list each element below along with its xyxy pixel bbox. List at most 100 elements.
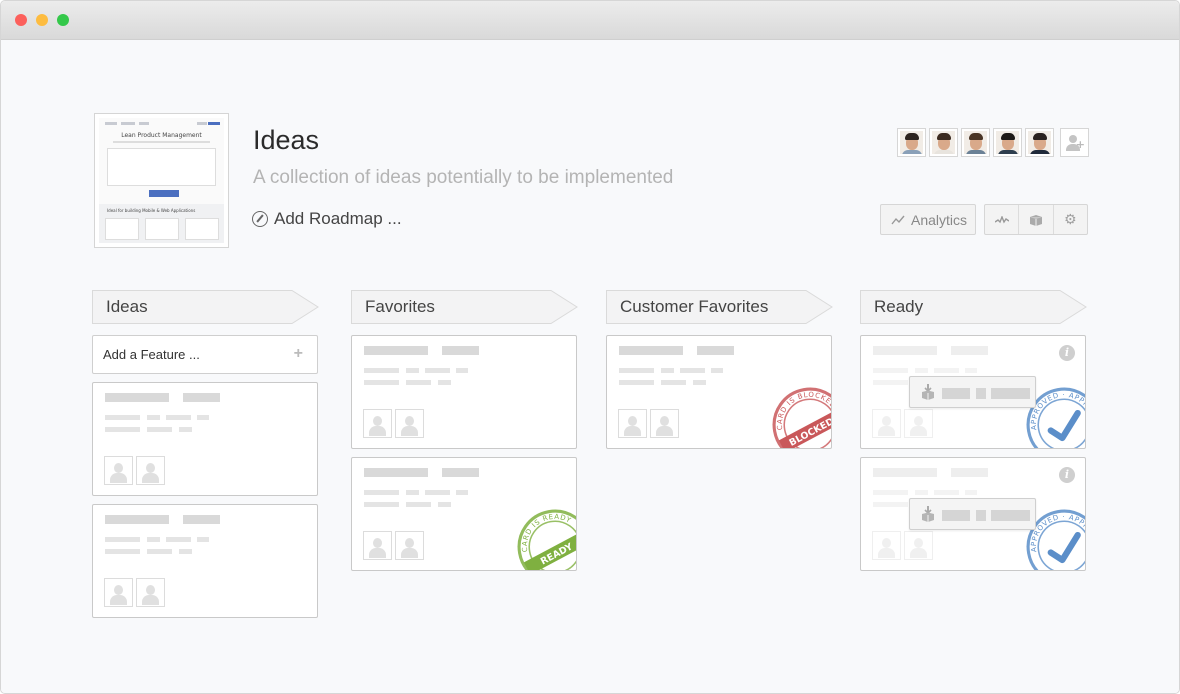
text-placeholder (619, 380, 654, 385)
info-icon[interactable]: i (1059, 345, 1075, 361)
settings-button[interactable]: ⚙ (1054, 205, 1087, 234)
text-placeholder (965, 368, 977, 373)
text-placeholder (147, 427, 172, 432)
assignee-placeholder[interactable] (395, 409, 424, 438)
member-avatar[interactable] (993, 128, 1022, 157)
thumbnail-mini-shot (145, 218, 179, 240)
assignee-placeholder[interactable] (136, 578, 165, 607)
assignee-placeholder[interactable] (363, 409, 392, 438)
blocked-stamp: CARD IS BLOCKEDBLOCKED (769, 385, 831, 448)
text-placeholder (105, 549, 140, 554)
box-button[interactable] (1019, 205, 1054, 234)
release-popover[interactable] (909, 376, 1036, 408)
text-placeholder (619, 368, 654, 373)
feature-card[interactable] (92, 382, 318, 496)
board-content: Lean Product Management Ideal for buildi… (1, 41, 1179, 693)
add-member-button[interactable]: + (1060, 128, 1089, 157)
text-placeholder (915, 490, 928, 495)
thumbnail-button (149, 190, 179, 197)
text-placeholder (661, 368, 674, 373)
text-placeholder (364, 490, 399, 495)
text-placeholder (873, 468, 937, 477)
assignee-placeholder[interactable] (872, 409, 901, 438)
text-placeholder (976, 388, 986, 399)
text-placeholder (873, 346, 937, 355)
text-placeholder (873, 502, 908, 507)
member-avatar[interactable] (929, 128, 958, 157)
minimize-window-button[interactable] (36, 14, 48, 26)
board-thumbnail[interactable]: Lean Product Management Ideal for buildi… (94, 113, 229, 248)
feature-card[interactable]: CARD IS BLOCKED BLOCKED (606, 335, 832, 449)
maximize-window-button[interactable] (57, 14, 69, 26)
text-placeholder (197, 415, 209, 420)
activity-button[interactable] (985, 205, 1020, 234)
app-window: Lean Product Management Ideal for buildi… (0, 0, 1180, 694)
lane-header[interactable]: Customer Favorites (606, 290, 833, 324)
text-placeholder (693, 380, 706, 385)
feature-card[interactable]: APPROVED · APPROVED ·i (860, 335, 1086, 449)
text-placeholder (661, 380, 686, 385)
lane-header[interactable]: Favorites (351, 290, 578, 324)
text-placeholder (951, 346, 988, 355)
page-subtitle: A collection of ideas potentially to be … (253, 167, 674, 188)
member-avatar[interactable] (961, 128, 990, 157)
board-tools: ⚙ (984, 204, 1088, 235)
text-placeholder (711, 368, 723, 373)
plus-icon: + (293, 345, 303, 362)
assignee-placeholder[interactable] (104, 456, 133, 485)
thumbnail-section-title: Ideal for building Mobile & Web Applicat… (107, 208, 196, 213)
feature-card[interactable]: APPROVED · APPROVED ·i (860, 457, 1086, 571)
release-box-icon (922, 384, 934, 400)
assignee-placeholder[interactable] (363, 531, 392, 560)
feature-card[interactable] (92, 504, 318, 618)
member-avatar[interactable] (897, 128, 926, 157)
analytics-button[interactable]: Analytics (880, 204, 976, 235)
feature-card[interactable] (351, 335, 577, 449)
assignee-placeholder[interactable] (104, 578, 133, 607)
text-placeholder (406, 502, 431, 507)
add-roadmap-label: Add Roadmap ... (274, 209, 402, 228)
lane-title: Ideas (106, 297, 148, 316)
add-feature-input[interactable]: Add a Feature ... + (92, 335, 318, 374)
text-placeholder (105, 393, 169, 402)
assignee-placeholder[interactable] (904, 409, 933, 438)
text-placeholder (991, 510, 1030, 521)
text-placeholder (364, 380, 399, 385)
text-placeholder (183, 515, 220, 524)
text-placeholder (425, 368, 450, 373)
text-placeholder (442, 468, 479, 477)
text-placeholder (976, 510, 986, 521)
lane-header[interactable]: Ready (860, 290, 1087, 324)
text-placeholder (364, 346, 428, 355)
member-avatar[interactable] (1025, 128, 1054, 157)
text-placeholder (680, 368, 705, 373)
text-placeholder (934, 368, 959, 373)
feature-card[interactable]: CARD IS READY READY (351, 457, 577, 571)
text-placeholder (934, 490, 959, 495)
info-icon[interactable]: i (1059, 467, 1075, 483)
text-placeholder (105, 427, 140, 432)
line-chart-icon (891, 215, 905, 224)
release-popover[interactable] (909, 498, 1036, 530)
assignee-placeholder[interactable] (395, 531, 424, 560)
activity-icon (994, 215, 1009, 223)
lane-title: Customer Favorites (620, 297, 769, 316)
text-placeholder (105, 415, 140, 420)
text-placeholder (991, 388, 1030, 399)
lane-customer-favorites: Customer Favorites CARD IS BLOCKED BLOCKED (606, 290, 833, 449)
assignee-placeholder[interactable] (872, 531, 901, 560)
page-title: Ideas (253, 125, 320, 155)
text-placeholder (364, 368, 399, 373)
text-placeholder (166, 415, 191, 420)
assignee-placeholder[interactable] (136, 456, 165, 485)
assignee-placeholder[interactable] (618, 409, 647, 438)
text-placeholder (183, 393, 220, 402)
add-feature-label: Add a Feature ... (103, 347, 200, 362)
text-placeholder (456, 490, 468, 495)
lane-header[interactable]: Ideas (92, 290, 319, 324)
close-window-button[interactable] (15, 14, 27, 26)
text-placeholder (873, 368, 908, 373)
add-roadmap-button[interactable]: Add Roadmap ... (252, 209, 402, 229)
assignee-placeholder[interactable] (904, 531, 933, 560)
assignee-placeholder[interactable] (650, 409, 679, 438)
